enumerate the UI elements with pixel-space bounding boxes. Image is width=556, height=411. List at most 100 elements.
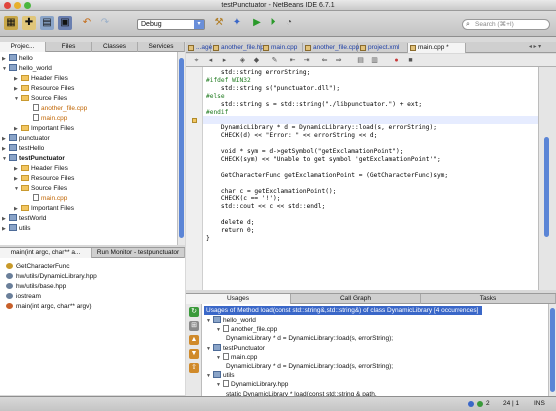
expanded-icon[interactable]: ▼ (216, 354, 223, 363)
tree-node[interactable]: ▼ Source Files (14, 184, 67, 194)
tree-node[interactable]: ▶ testHello (2, 144, 44, 154)
save-all-icon[interactable]: ▣ (58, 16, 72, 30)
expanded-icon[interactable]: ▼ (2, 65, 9, 75)
navigator-item[interactable]: main(int argc, char** argv) (6, 302, 92, 311)
usage-item[interactable]: DynamicLibrary * d = DynamicLibrary::loa… (226, 334, 393, 343)
expanded-icon[interactable]: ▼ (206, 372, 213, 381)
task-icon[interactable] (477, 401, 483, 407)
tree-node[interactable]: ▶ hello (2, 54, 33, 64)
usage-item[interactable]: ▼ hello_world (206, 316, 256, 325)
navigator-item[interactable]: hw/utils/base.hpp (6, 282, 66, 291)
configuration-select[interactable]: Debug ▾ (137, 19, 205, 30)
toggle-highlight-icon[interactable]: ✎ (270, 56, 279, 65)
tree-node[interactable]: ▼ testPunctuator (2, 154, 65, 164)
expand-all-icon[interactable]: ⊞ (189, 321, 199, 331)
usages-header[interactable]: Usages of Method load(const std::string&… (204, 306, 483, 315)
open-project-icon[interactable]: ▤ (40, 16, 54, 30)
zoom-window-button[interactable] (24, 2, 31, 9)
start-macro-icon[interactable]: ■ (406, 56, 415, 65)
usage-item[interactable]: ▼ main.cpp (216, 352, 257, 363)
editor-tab[interactable]: another_file.cpp (303, 43, 359, 53)
refresh-icon[interactable]: ↻ (189, 307, 199, 317)
usage-item[interactable]: ▼ utils (206, 371, 235, 380)
editor-tab[interactable]: main.cpp * (408, 43, 466, 53)
tab-list-icon[interactable]: ◂ ▸ ▾ (518, 43, 552, 52)
minimize-window-button[interactable] (14, 2, 21, 9)
editor-tab[interactable]: main.cpp (261, 43, 303, 53)
editor-scrollbar[interactable] (538, 67, 556, 290)
project-tree-scrollbar[interactable] (177, 52, 185, 245)
tree-node[interactable]: another_file.cpp (26, 104, 87, 114)
navigator-item[interactable]: iostream (6, 292, 41, 301)
debug-icon[interactable]: ⏵ (266, 16, 280, 30)
tab-navigator[interactable]: main(int argc, char** a... (0, 248, 92, 258)
previous-bookmark-icon[interactable]: ⇤ (288, 56, 297, 65)
navigator-item[interactable]: hw/utils/DynamicLibrary.hpp (6, 272, 97, 281)
close-window-button[interactable] (4, 2, 11, 9)
tab-call-graph[interactable]: Call Graph (291, 294, 421, 304)
find-previous-icon[interactable]: ◈ (238, 56, 247, 65)
previous-occurrence-icon[interactable]: ▲ (189, 335, 199, 345)
run-icon[interactable]: ▶ (250, 16, 264, 30)
redo-icon[interactable]: ↷ (98, 16, 112, 30)
tree-node[interactable]: ▶ Header Files (14, 164, 68, 174)
collapsed-icon[interactable]: ▶ (2, 225, 9, 235)
next-bookmark-icon[interactable]: ⇥ (302, 56, 311, 65)
expanded-icon[interactable]: ▼ (2, 155, 9, 165)
tree-node[interactable]: ▶ testWorld (2, 214, 46, 224)
stop-macro-icon[interactable]: ● (392, 56, 401, 65)
profile-icon[interactable]: ◔ (282, 16, 296, 30)
tab-usages[interactable]: Usages (186, 294, 291, 304)
undo-icon[interactable]: ↶ (80, 16, 94, 30)
tree-node[interactable]: ▶ utils (2, 224, 31, 234)
editor-tab[interactable]: ...age (186, 43, 212, 53)
tab-services[interactable]: Services (138, 42, 185, 52)
source-view-icon[interactable]: ⌖ (192, 56, 201, 65)
tab-tasks[interactable]: Tasks (421, 294, 556, 304)
new-project-icon[interactable]: ▦ (4, 16, 18, 30)
tab-classes[interactable]: Classes (92, 42, 138, 52)
usage-item[interactable]: ▼ another_file.cpp (216, 325, 277, 334)
build-icon[interactable]: ⚒ (212, 16, 226, 30)
comment-icon[interactable]: ▤ (356, 56, 365, 65)
new-file-icon[interactable]: ✚ (22, 16, 36, 30)
tree-node[interactable]: ▶ punctuator (2, 134, 50, 144)
expanded-icon[interactable]: ▼ (14, 185, 21, 195)
tree-node[interactable]: main.cpp (26, 194, 67, 204)
expanded-icon[interactable]: ▼ (206, 317, 213, 326)
expanded-icon[interactable]: ▼ (206, 345, 213, 354)
scroll-thumb[interactable] (550, 308, 555, 392)
tree-node[interactable]: ▶ Important Files (14, 204, 74, 214)
code-editor[interactable]: std::string errorString; #ifdef WIN32 std… (203, 67, 538, 290)
tree-node[interactable]: ▶ Important Files (14, 124, 74, 134)
tab-projects[interactable]: Projec... (0, 42, 46, 52)
clean-build-icon[interactable]: ✦ (230, 16, 244, 30)
scroll-thumb[interactable] (544, 137, 549, 237)
shift-right-icon[interactable]: ⇒ (334, 56, 343, 65)
scroll-thumb[interactable] (179, 58, 184, 238)
find-next-icon[interactable]: ◆ (252, 56, 261, 65)
usage-item[interactable]: ▼ DynamicLibrary.hpp (216, 380, 288, 389)
tree-node[interactable]: main.cpp (26, 114, 67, 124)
shift-left-icon[interactable]: ⇐ (320, 56, 329, 65)
expanded-icon[interactable]: ▼ (216, 326, 223, 335)
usages-scrollbar[interactable] (548, 304, 556, 396)
tree-node[interactable]: ▶ Resource Files (14, 174, 74, 184)
usage-item[interactable]: ▼ testPunctuator (206, 343, 265, 354)
forward-icon[interactable]: ▸ (220, 56, 229, 65)
navigator-item[interactable]: GetCharacterFunc (6, 262, 69, 271)
editor-tab[interactable]: another_file.hpp (211, 43, 268, 53)
expanded-icon[interactable]: ▼ (216, 381, 223, 390)
uncomment-icon[interactable]: ▥ (370, 56, 379, 65)
notification-icon[interactable] (468, 401, 474, 407)
up-icon[interactable]: ⇧ (189, 363, 199, 373)
search-field[interactable]: ⌕ Search (⌘+I) (462, 19, 550, 30)
tab-files[interactable]: Files (46, 42, 92, 52)
tab-run-monitor[interactable]: Run Monitor - testpunctuator (92, 248, 185, 258)
back-icon[interactable]: ◂ (206, 56, 215, 65)
usage-item[interactable]: DynamicLibrary * d = DynamicLibrary::loa… (226, 362, 393, 371)
next-occurrence-icon[interactable]: ▼ (189, 349, 199, 359)
expanded-icon[interactable]: ▼ (14, 95, 21, 105)
tree-node[interactable]: ▼ Source Files (14, 94, 67, 104)
tree-node[interactable]: ▶ Header Files (14, 74, 68, 84)
